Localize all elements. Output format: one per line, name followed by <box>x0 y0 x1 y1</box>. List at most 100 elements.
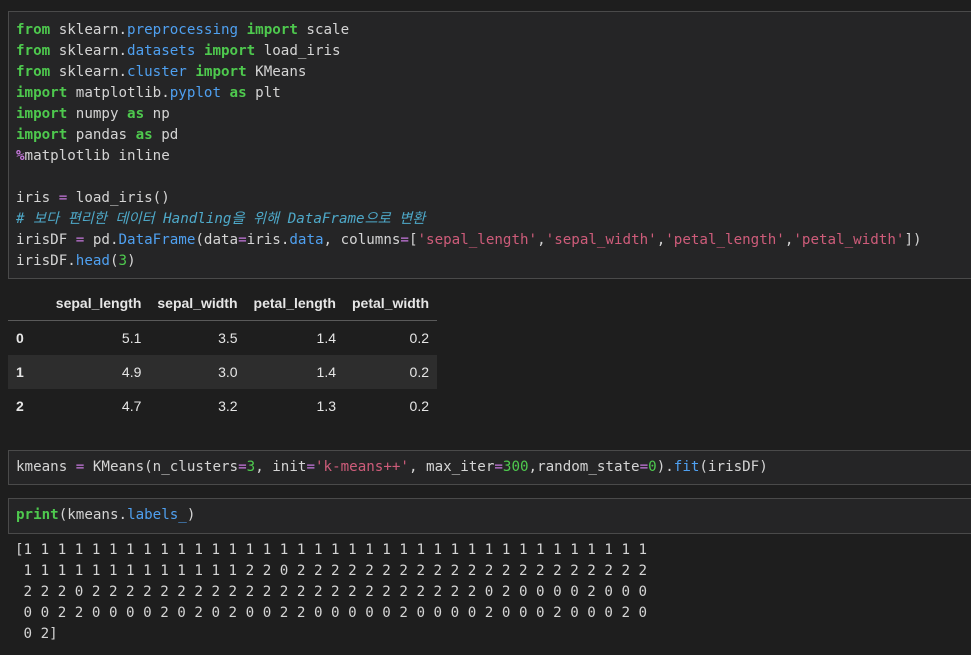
column-header: sepal_width <box>149 286 246 321</box>
table-row: 1 4.9 3.0 1.4 0.2 <box>8 355 438 389</box>
code-token: , max_iter <box>408 459 495 475</box>
table-cell: 4.7 <box>121 398 142 414</box>
code-line: from sklearn.cluster import KMeans <box>16 64 306 80</box>
code-line: from sklearn.preprocessing import scale <box>16 22 349 38</box>
code-editor[interactable]: kmeans = KMeans(n_clusters=3, init='k-me… <box>9 451 971 478</box>
keyword-token: as <box>135 127 153 143</box>
operator-token: = <box>306 459 315 475</box>
string-token: 'petal_width' <box>793 232 905 248</box>
code-token: sklearn. <box>50 22 128 38</box>
row-index: 1 <box>16 364 24 380</box>
code-line: irisDF = pd.DataFrame(data=iris.data, co… <box>16 232 922 248</box>
code-line: import matplotlib.pyplot as plt <box>16 85 281 101</box>
code-token: sklearn. <box>50 64 128 80</box>
code-cell-load-data[interactable]: from sklearn.preprocessing import scale … <box>8 11 971 279</box>
code-token: ) <box>127 253 136 269</box>
column-header: sepal_length <box>47 286 150 321</box>
code-line: irisDF.head(3) <box>16 253 136 269</box>
code-token: sklearn. <box>50 43 128 59</box>
operator-token: = <box>238 459 247 475</box>
string-token: 'sepal_length' <box>417 232 538 248</box>
code-token: ]) <box>904 232 922 248</box>
code-token: , init <box>255 459 307 475</box>
code-token: KMeans(n_clusters <box>84 459 239 475</box>
code-token: kmeans <box>16 459 76 475</box>
table-cell: 0.2 <box>409 330 430 346</box>
code-token: load_iris() <box>67 190 170 206</box>
code-token: ,random_state <box>528 459 640 475</box>
code-token: numpy <box>67 106 128 122</box>
row-index: 0 <box>16 330 24 346</box>
table-row: 2 4.7 3.2 1.3 0.2 <box>8 389 437 423</box>
table-cell: 1.3 <box>316 398 336 414</box>
code-token: load_iris <box>255 43 341 59</box>
module-token: pyplot <box>169 85 221 101</box>
code-token: irisDF. <box>16 253 76 269</box>
code-editor[interactable]: print(kmeans.labels_) <box>9 499 971 526</box>
code-token: pandas <box>67 127 136 143</box>
table-cell: 0.2 <box>409 398 430 414</box>
code-token: iris <box>16 190 59 206</box>
table-cell: 4.9 <box>121 364 142 380</box>
keyword-token: from <box>16 64 51 80</box>
attribute-token: labels_ <box>127 507 187 523</box>
table-cell: 0.2 <box>409 364 430 380</box>
string-token: 'k-means++' <box>314 459 409 475</box>
keyword-token: from <box>16 43 51 59</box>
code-token: pd <box>152 127 179 143</box>
labels-output: [1 1 1 1 1 1 1 1 1 1 1 1 1 1 1 1 1 1 1 1… <box>15 542 648 642</box>
module-token: cluster <box>127 64 187 80</box>
code-cell-kmeans-fit[interactable]: kmeans = KMeans(n_clusters=3, init='k-me… <box>8 450 971 485</box>
operator-token: = <box>494 459 503 475</box>
code-token: plt <box>246 85 281 101</box>
code-cell-print-labels[interactable]: print(kmeans.labels_) <box>8 498 971 534</box>
code-line: import pandas as pd <box>16 127 178 143</box>
code-line: iris = load_iris() <box>16 190 170 206</box>
number-token: 3 <box>246 459 256 475</box>
operator-token: = <box>400 232 409 248</box>
code-token: (irisDF) <box>699 459 768 475</box>
attribute-token: DataFrame <box>118 232 196 248</box>
keyword-token: import <box>16 106 68 122</box>
code-line: kmeans = KMeans(n_clusters=3, init='k-me… <box>16 459 768 475</box>
attribute-token: fit <box>673 459 700 475</box>
keyword-token: import <box>16 85 68 101</box>
table-cell: 3.5 <box>218 330 238 346</box>
code-token: irisDF <box>16 232 76 248</box>
keyword-token: as <box>229 85 247 101</box>
keyword-token: import <box>246 22 298 38</box>
keyword-token: import <box>195 64 247 80</box>
number-token: 0 <box>648 459 657 475</box>
index-header <box>8 286 48 321</box>
magic-token: % <box>16 148 25 164</box>
code-token: np <box>144 106 170 122</box>
row-index: 2 <box>16 398 24 414</box>
keyword-token: import <box>16 127 68 143</box>
code-token: ) <box>186 507 196 523</box>
code-line: # 보다 편리한 데이터 Handling을 위해 DataFrame으로 변환 <box>16 211 425 227</box>
code-token: matplotlib. <box>67 85 170 101</box>
string-token: 'petal_length' <box>665 232 785 248</box>
header-row: sepal_length sepal_width petal_length pe… <box>8 286 438 321</box>
code-token: iris. <box>246 232 290 248</box>
code-token: , columns <box>323 232 401 248</box>
code-token: , <box>656 232 666 248</box>
table-cell: 5.1 <box>121 330 142 346</box>
operator-token: = <box>639 459 649 475</box>
code-token: ( <box>109 253 119 269</box>
code-token: [ <box>408 232 418 248</box>
operator-token: = <box>58 190 68 206</box>
table-cell: 3.0 <box>218 364 238 380</box>
attribute-token: data <box>289 232 324 248</box>
number-token: 300 <box>502 459 529 475</box>
code-line: print(kmeans.labels_) <box>16 507 195 523</box>
module-token: datasets <box>127 43 196 59</box>
code-line: import numpy as np <box>16 106 170 122</box>
column-header: petal_length <box>245 286 344 321</box>
code-editor[interactable]: from sklearn.preprocessing import scale … <box>9 12 971 272</box>
keyword-token: import <box>203 43 256 59</box>
code-token: , <box>537 232 546 248</box>
table-row: 0 5.1 3.5 1.4 0.2 <box>8 321 437 356</box>
